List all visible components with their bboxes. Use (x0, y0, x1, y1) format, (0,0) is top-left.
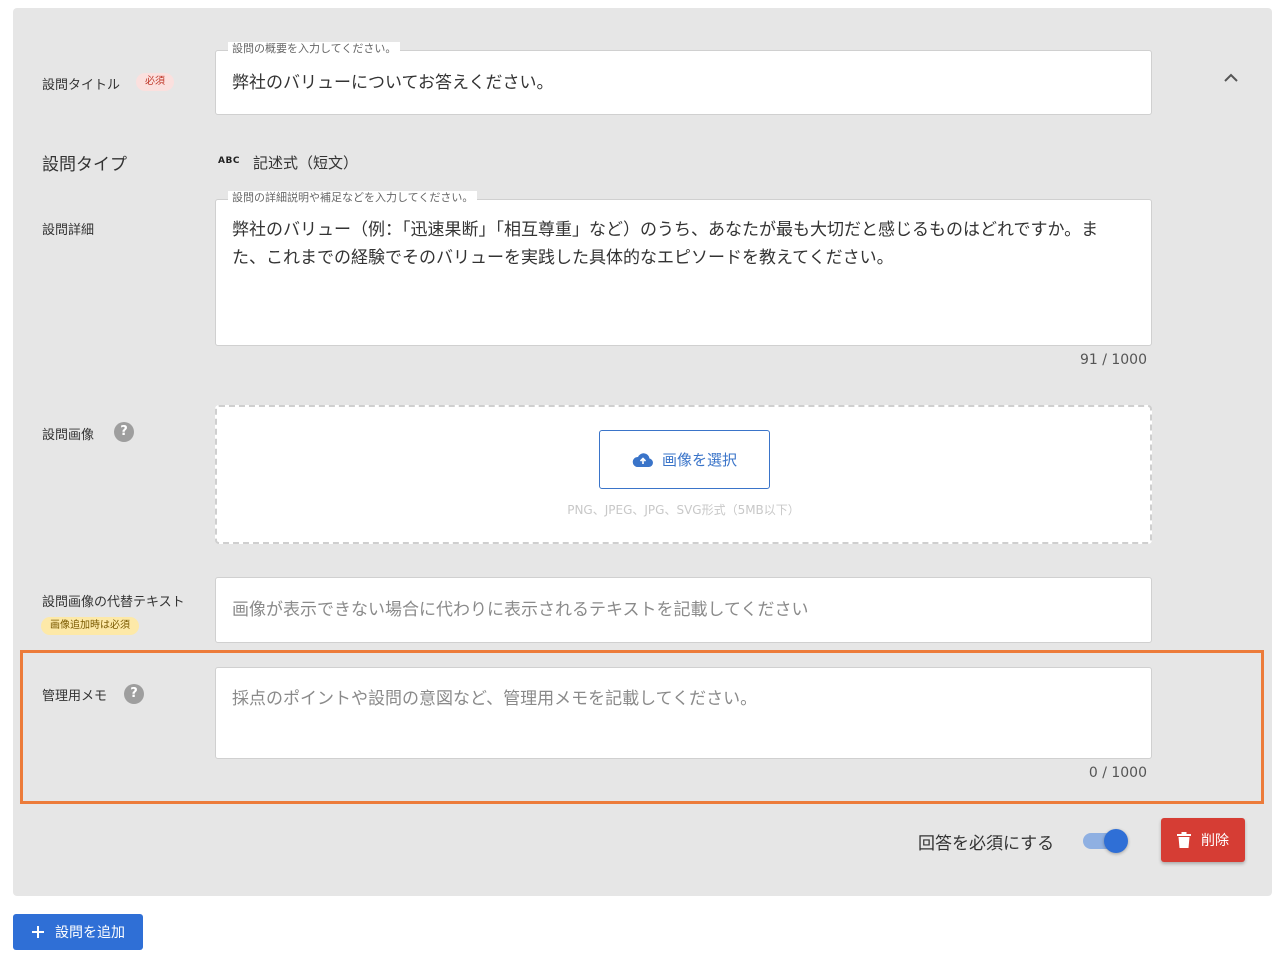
alt-text-required-badge: 画像追加時は必須 (41, 617, 139, 635)
admin-memo-label: 管理用メモ (42, 689, 108, 704)
question-detail-legend: 設問の詳細説明や補足などを入力してください。 (228, 191, 478, 205)
question-detail-value[interactable]: 弊社のバリュー（例：「迅速果断」「相互尊重」など）のうち、あなたが最も大切だと感… (232, 216, 1127, 272)
required-toggle-label: 回答を必須にする (918, 834, 1055, 854)
alt-text-field[interactable]: 画像が表示できない場合に代わりに表示されるテキストを記載してください (215, 577, 1152, 643)
question-title-legend: 設問の概要を入力してください。 (228, 42, 401, 56)
toggle-thumb (1104, 829, 1128, 853)
alt-text-placeholder[interactable]: 画像が表示できない場合に代わりに表示されるテキストを記載してください (232, 595, 808, 625)
add-question-label: 設問を追加 (55, 925, 125, 941)
admin-memo-placeholder[interactable]: 採点のポイントや設問の意図など、管理用メモを記載してください。 (232, 684, 757, 714)
image-dropzone[interactable]: 画像を選択 PNG、JPEG、JPG、SVG形式（5MB以下） (215, 405, 1152, 544)
add-question-button[interactable]: 設問を追加 (13, 914, 143, 950)
question-detail-label: 設問詳細 (42, 223, 95, 238)
question-title-label: 設問タイトル (42, 78, 121, 93)
alt-text-label: 設問画像の代替テキスト (42, 595, 185, 610)
delete-button[interactable]: 削除 (1161, 818, 1245, 862)
trash-icon (1177, 832, 1191, 848)
delete-button-label: 削除 (1201, 833, 1229, 849)
question-detail-field[interactable]: 設問の詳細説明や補足などを入力してください。 弊社のバリュー（例：「迅速果断」「… (215, 191, 1152, 346)
required-toggle[interactable] (1083, 829, 1128, 853)
select-image-label: 画像を選択 (661, 451, 737, 469)
question-title-field[interactable]: 設問の概要を入力してください。 弊社のバリューについてお答えください。 (215, 42, 1152, 115)
question-type-label: 設問タイプ (42, 155, 127, 175)
required-badge: 必須 (136, 73, 174, 91)
abc-icon: ABC (218, 156, 240, 166)
select-image-button[interactable]: 画像を選択 (599, 430, 770, 489)
image-format-hint: PNG、JPEG、JPG、SVG形式（5MB以下） (567, 503, 800, 517)
admin-memo-help-icon[interactable]: ? (124, 684, 144, 704)
question-type-value: 記述式（短文） (253, 154, 359, 172)
plus-icon (32, 926, 44, 938)
question-image-help-icon[interactable]: ? (114, 422, 134, 442)
question-detail-counter: 91 / 1000 (1079, 352, 1147, 368)
question-title-value[interactable]: 弊社のバリューについてお答えください。 (232, 68, 1127, 98)
cloud-upload-icon (632, 452, 653, 467)
admin-memo-counter: 0 / 1000 (1088, 765, 1147, 781)
question-image-label: 設問画像 (42, 428, 95, 443)
admin-memo-field[interactable]: 採点のポイントや設問の意図など、管理用メモを記載してください。 (215, 667, 1152, 759)
chevron-up-icon[interactable] (1221, 68, 1241, 88)
